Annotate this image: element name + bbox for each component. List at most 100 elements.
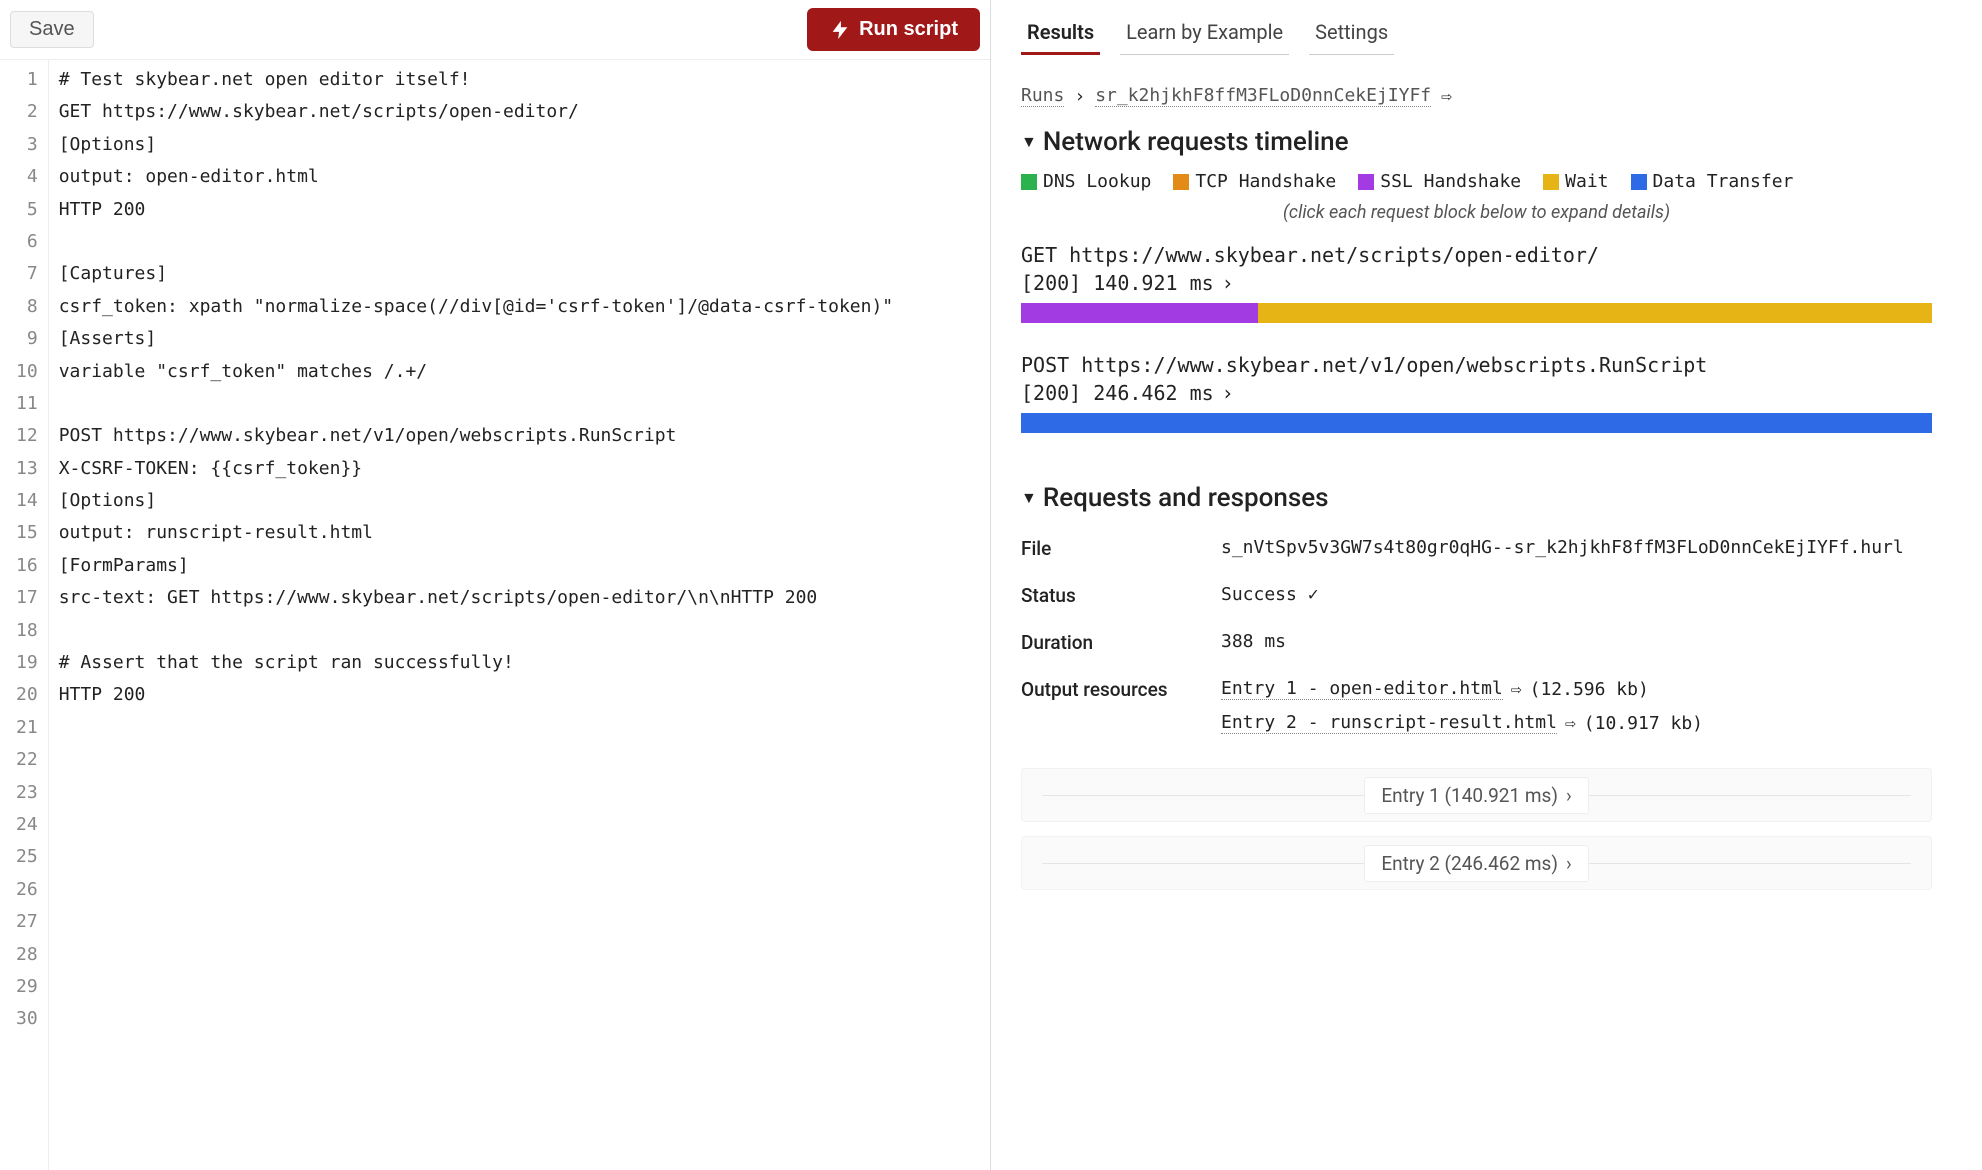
code-line[interactable]: GET https://www.skybear.net/scripts/open… <box>59 96 980 128</box>
code-line[interactable]: [Asserts] <box>59 323 980 355</box>
line-number: 22 <box>16 744 38 776</box>
responses-title[interactable]: ▼ Requests and responses <box>1021 483 1932 513</box>
code-line[interactable]: [Options] <box>59 485 980 517</box>
line-number: 8 <box>16 291 38 323</box>
entry-card-label[interactable]: Entry 2 (246.462 ms)› <box>1364 845 1588 882</box>
line-number: 28 <box>16 939 38 971</box>
legend-label: Data Transfer <box>1653 171 1794 192</box>
code-line[interactable]: HTTP 200 <box>59 194 980 226</box>
request-block[interactable]: POST https://www.skybear.net/v1/open/web… <box>1021 353 1932 433</box>
timing-bar <box>1021 303 1932 323</box>
code-area[interactable]: # Test skybear.net open editor itself!GE… <box>49 60 990 1170</box>
resource-size: (10.917 kb) <box>1584 713 1703 734</box>
code-line[interactable] <box>59 1003 980 1035</box>
code-line[interactable] <box>59 971 980 1003</box>
code-line[interactable]: output: runscript-result.html <box>59 517 980 549</box>
status-value: Success ✓ <box>1221 584 1932 607</box>
code-line[interactable] <box>59 388 980 420</box>
code-line[interactable] <box>59 841 980 873</box>
line-number: 27 <box>16 906 38 938</box>
file-value: s_nVtSpv5v3GW7s4t80gr0qHG--sr_k2hjkhF8ff… <box>1221 537 1932 560</box>
request-meta: [200] 246.462 ms› <box>1021 381 1932 405</box>
legend-label: TCP Handshake <box>1195 171 1336 192</box>
line-gutter: 1234567891011121314151617181920212223242… <box>0 60 49 1170</box>
code-line[interactable]: [Options] <box>59 129 980 161</box>
request-block[interactable]: GET https://www.skybear.net/scripts/open… <box>1021 243 1932 323</box>
external-link-icon[interactable]: ⇨ <box>1441 86 1452 107</box>
responses-section: ▼ Requests and responses File s_nVtSpv5v… <box>991 473 1962 754</box>
timeline-title[interactable]: ▼ Network requests timeline <box>1021 127 1932 157</box>
resource-link[interactable]: Entry 1 - open-editor.html <box>1221 678 1503 700</box>
timeline-requests: GET https://www.skybear.net/scripts/open… <box>1021 243 1932 433</box>
code-line[interactable] <box>59 744 980 776</box>
timeline-section: ▼ Network requests timeline DNS Lookup TC… <box>991 117 1962 473</box>
code-line[interactable] <box>59 809 980 841</box>
legend-swatch <box>1543 174 1559 190</box>
resource-size: (12.596 kb) <box>1530 679 1649 700</box>
external-link-icon[interactable]: ⇨ <box>1565 713 1576 734</box>
code-line[interactable]: src-text: GET https://www.skybear.net/sc… <box>59 582 980 614</box>
tab-results[interactable]: Results <box>1021 12 1100 55</box>
code-line[interactable]: [Captures] <box>59 258 980 290</box>
left-panel: Save Run script 123456789101112131415161… <box>0 0 991 1170</box>
line-number: 26 <box>16 874 38 906</box>
breadcrumb-runs[interactable]: Runs <box>1021 85 1064 107</box>
code-line[interactable]: # Assert that the script ran successfull… <box>59 647 980 679</box>
code-line[interactable] <box>59 777 980 809</box>
resources-list: Entry 1 - open-editor.html ⇨ (12.596 kb)… <box>1221 678 1932 734</box>
app-root: Save Run script 123456789101112131415161… <box>0 0 1982 1170</box>
resource-link[interactable]: Entry 2 - runscript-result.html <box>1221 712 1557 734</box>
entry-label-text: Entry 2 (246.462 ms) <box>1381 852 1558 875</box>
code-line[interactable] <box>59 226 980 258</box>
resource-row: Entry 1 - open-editor.html ⇨ (12.596 kb) <box>1221 678 1932 700</box>
code-line[interactable]: csrf_token: xpath "normalize-space(//div… <box>59 291 980 323</box>
line-number: 30 <box>16 1003 38 1035</box>
resources-label: Output resources <box>1021 678 1221 734</box>
disclosure-down-icon: ▼ <box>1021 132 1037 152</box>
request-status: [200] 140.921 ms <box>1021 271 1214 295</box>
entry-card-label[interactable]: Entry 1 (140.921 ms)› <box>1364 777 1588 814</box>
code-line[interactable]: HTTP 200 <box>59 679 980 711</box>
entry-card[interactable]: Entry 1 (140.921 ms)› <box>1021 768 1932 822</box>
breadcrumb-run-id[interactable]: sr_k2hjkhF8ffM3FLoD0nnCekEjIYFf <box>1095 85 1431 107</box>
chevron-right-icon: › <box>1222 381 1234 405</box>
code-line[interactable]: POST https://www.skybear.net/v1/open/web… <box>59 420 980 452</box>
line-number: 23 <box>16 777 38 809</box>
code-line[interactable]: [FormParams] <box>59 550 980 582</box>
timeline-title-text: Network requests timeline <box>1043 127 1349 157</box>
code-line[interactable] <box>59 615 980 647</box>
status-label: Status <box>1021 584 1221 607</box>
run-script-button[interactable]: Run script <box>807 8 980 51</box>
line-number: 10 <box>16 356 38 388</box>
timing-bar <box>1021 413 1932 433</box>
code-line[interactable] <box>59 874 980 906</box>
line-number: 24 <box>16 809 38 841</box>
code-editor[interactable]: 1234567891011121314151617181920212223242… <box>0 59 990 1170</box>
legend-item: SSL Handshake <box>1358 171 1521 192</box>
code-line[interactable]: # Test skybear.net open editor itself! <box>59 64 980 96</box>
external-link-icon[interactable]: ⇨ <box>1511 679 1522 700</box>
code-line[interactable]: variable "csrf_token" matches /.+/ <box>59 356 980 388</box>
tab-learn[interactable]: Learn by Example <box>1120 12 1289 55</box>
legend-swatch <box>1021 174 1037 190</box>
request-meta: [200] 140.921 ms› <box>1021 271 1932 295</box>
lightning-icon <box>829 19 851 41</box>
line-number: 5 <box>16 194 38 226</box>
chevron-right-icon: › <box>1566 784 1572 807</box>
save-button[interactable]: Save <box>10 11 94 48</box>
line-number: 16 <box>16 550 38 582</box>
code-line[interactable] <box>59 906 980 938</box>
tab-settings[interactable]: Settings <box>1309 12 1394 55</box>
line-number: 18 <box>16 615 38 647</box>
line-number: 2 <box>16 96 38 128</box>
code-line[interactable]: X-CSRF-TOKEN: {{csrf_token}} <box>59 453 980 485</box>
line-number: 20 <box>16 679 38 711</box>
code-line[interactable] <box>59 712 980 744</box>
code-line[interactable] <box>59 939 980 971</box>
code-line[interactable]: output: open-editor.html <box>59 161 980 193</box>
legend-item: Data Transfer <box>1631 171 1794 192</box>
line-number: 6 <box>16 226 38 258</box>
legend-label: DNS Lookup <box>1043 171 1151 192</box>
line-number: 17 <box>16 582 38 614</box>
entry-card[interactable]: Entry 2 (246.462 ms)› <box>1021 836 1932 890</box>
